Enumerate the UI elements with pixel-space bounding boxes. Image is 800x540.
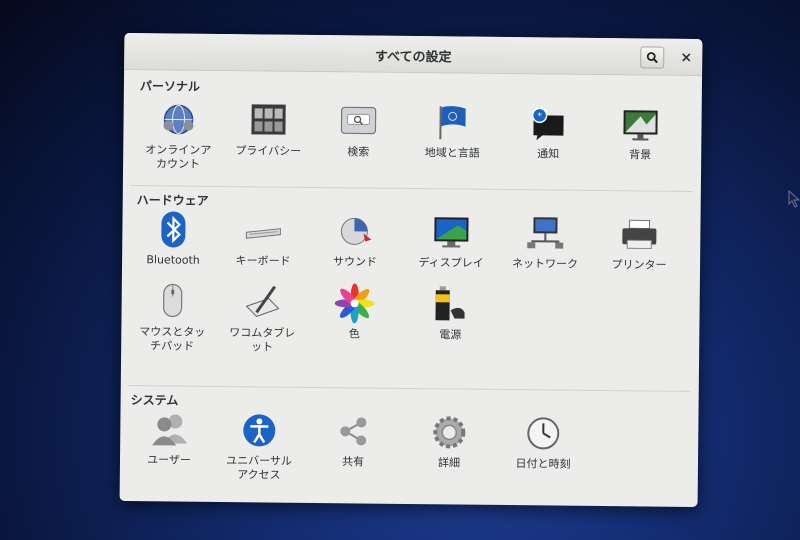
settings-item-label: サウンド — [333, 255, 378, 269]
universal-access-icon — [243, 414, 276, 447]
settings-item-label: 地域と言語 — [424, 146, 480, 160]
settings-item-label: マウスとタッ チパッド — [139, 325, 206, 353]
settings-item-label: Bluetooth — [146, 253, 200, 267]
settings-item-label: オンラインア カウント — [145, 143, 212, 171]
sharing-icon — [340, 417, 367, 446]
settings-item-label: ネットワーク — [512, 257, 579, 271]
bluetooth-icon — [161, 211, 186, 248]
settings-item-label: ワコムタブレ ット — [229, 326, 296, 354]
settings-item-label: ユーザー — [147, 453, 191, 467]
settings-item-label: プリンター — [611, 258, 667, 272]
mouse-touchpad-icon — [162, 283, 183, 318]
settings-item-wacom-tablet[interactable]: ワコムタブレ ット — [219, 282, 306, 355]
settings-item-label: ディスプレイ — [418, 256, 484, 270]
settings-item-printer[interactable]: プリンター — [596, 214, 683, 273]
notifications-icon: * — [531, 107, 564, 141]
section-title-personal: パーソナル — [139, 79, 200, 94]
close-button[interactable]: × — [676, 48, 696, 68]
settings-item-universal-access[interactable]: ユニバーサル アクセス — [216, 410, 303, 483]
title-bar: すべての設定 × — [124, 32, 703, 77]
sound-icon — [340, 217, 372, 245]
settings-item-label: 通知 — [537, 147, 560, 161]
settings-item-display[interactable]: ディスプレイ — [408, 212, 495, 271]
search-button[interactable] — [640, 46, 665, 69]
power-icon — [435, 286, 465, 321]
svg-text:*: * — [537, 112, 542, 122]
mouse-pointer-icon — [788, 190, 800, 208]
settings-item-keyboard[interactable]: キーボード — [220, 210, 307, 269]
settings-item-details[interactable]: 詳細 — [406, 412, 493, 471]
region-language-icon — [439, 106, 466, 140]
settings-item-sharing[interactable]: 共有 — [310, 411, 397, 470]
settings-item-label: 日付と時刻 — [515, 457, 571, 471]
search-icon — [646, 52, 658, 64]
settings-item-label: 共有 — [341, 455, 365, 469]
settings-item-bluetooth[interactable]: Bluetooth — [130, 209, 217, 268]
search-settings-icon — [340, 106, 377, 135]
settings-item-date-time[interactable]: 日付と時刻 — [500, 413, 587, 472]
settings-item-network[interactable]: ネットワーク — [502, 213, 589, 272]
color-icon — [334, 283, 375, 324]
settings-item-search[interactable]: 検索 — [315, 101, 402, 160]
settings-item-region-language[interactable]: 地域と言語 — [409, 102, 496, 161]
settings-item-label: プライバシー — [235, 144, 302, 158]
online-accounts-icon — [163, 104, 194, 135]
settings-item-label: 詳細 — [437, 456, 461, 470]
settings-item-online-accounts[interactable]: オンラインア カウント — [135, 99, 222, 172]
section-divider — [130, 185, 693, 192]
settings-item-color[interactable]: 色 — [311, 283, 398, 342]
details-icon — [433, 416, 466, 449]
settings-item-label: キーボード — [235, 254, 291, 268]
keyboard-icon — [245, 228, 281, 239]
settings-item-users[interactable]: ユーザー — [126, 409, 213, 468]
settings-window: すべての設定 × パーソナル オンラインア カウント プライバシー 検索 地域と… — [119, 32, 703, 508]
settings-item-label: 検索 — [347, 145, 370, 159]
settings-item-notifications[interactable]: * 通知 — [505, 103, 592, 162]
close-icon: × — [680, 49, 693, 66]
privacy-icon — [251, 104, 286, 135]
settings-item-label: 背景 — [629, 148, 652, 162]
section-title-hardware: ハードウェア — [136, 193, 209, 208]
display-icon — [434, 217, 469, 248]
section-divider — [128, 385, 691, 392]
settings-item-label: ユニバーサル アクセス — [226, 454, 292, 482]
settings-item-privacy[interactable]: プライバシー — [225, 100, 312, 159]
settings-item-background[interactable]: 背景 — [597, 104, 684, 163]
background-icon — [623, 110, 658, 141]
date-time-icon — [527, 417, 560, 450]
settings-item-power[interactable]: 電源 — [407, 284, 494, 343]
settings-item-sound[interactable]: サウンド — [312, 211, 399, 270]
printer-icon — [622, 219, 657, 250]
section-title-system: システム — [130, 393, 179, 408]
settings-item-label: 色 — [348, 327, 360, 341]
window-title: すべての設定 — [374, 49, 452, 66]
wacom-tablet-icon — [245, 285, 280, 317]
users-icon — [152, 414, 188, 446]
settings-item-mouse-touchpad[interactable]: マウスとタッ チパッド — [129, 281, 216, 354]
network-icon — [527, 217, 564, 249]
settings-item-label: 電源 — [439, 328, 462, 342]
